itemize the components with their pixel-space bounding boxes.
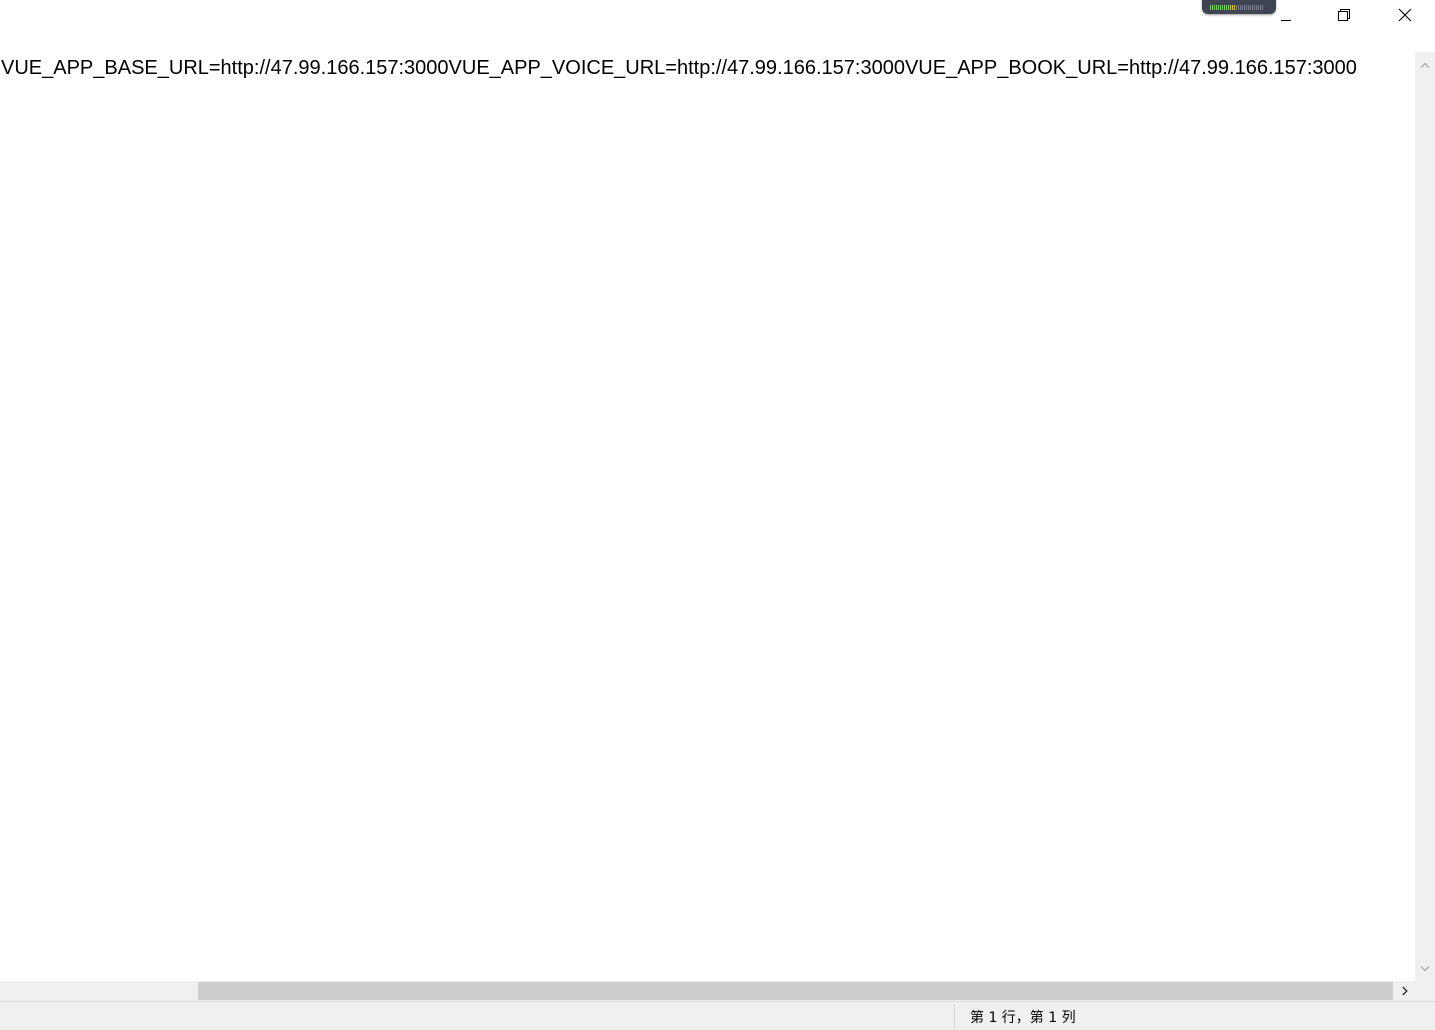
meter-bar [1238,4,1239,10]
chevron-right-icon [1402,986,1408,996]
meter-bar [1226,4,1227,10]
text-editor-area[interactable]: VUE_APP_BASE_URL=http://47.99.166.157:30… [0,52,1415,981]
meter-bar [1246,4,1247,10]
meter-bar [1218,4,1219,10]
close-button[interactable] [1374,0,1435,30]
scroll-up-button[interactable] [1415,58,1435,72]
restore-button[interactable] [1315,0,1373,30]
meter-bar [1212,4,1213,10]
meter-bar [1254,4,1255,10]
meter-bar [1222,4,1223,10]
cursor-position-label: 第 1 行，第 1 列 [970,1010,1076,1026]
meter-bar [1210,4,1211,10]
meter-bar [1214,4,1215,10]
title-bar[interactable] [0,0,1435,52]
restore-icon [1338,9,1350,21]
chevron-up-icon [1420,62,1430,68]
editor-content[interactable]: VUE_APP_BASE_URL=http://47.99.166.157:30… [1,56,1357,80]
notepad-window: VUE_APP_BASE_URL=http://47.99.166.157:30… [0,0,1435,1030]
scrollbar-corner [1415,981,1435,1001]
meter-bar [1242,4,1243,10]
meter-bar [1228,4,1229,10]
minimize-icon [1281,20,1291,21]
meter-bar [1224,4,1225,10]
meter-bar [1252,4,1253,10]
meter-bar [1240,4,1241,10]
vertical-scrollbar[interactable] [1415,52,1435,981]
status-bar: 第 1 行，第 1 列 [0,1001,1435,1030]
horizontal-scrollbar[interactable] [0,981,1415,1001]
meter-bar [1244,4,1245,10]
meter-bar [1220,4,1221,10]
chevron-down-icon [1420,966,1430,972]
scroll-right-button[interactable] [1395,981,1415,1001]
scroll-down-button[interactable] [1415,962,1435,976]
meter-bar [1216,4,1217,10]
meter-bar [1248,4,1249,10]
horizontal-scroll-thumb[interactable] [198,982,1393,1000]
close-icon [1398,8,1411,22]
meter-bar [1232,4,1233,10]
meter-bar [1230,4,1231,10]
status-divider [954,1004,955,1030]
meter-bar [1236,4,1237,10]
meter-bar [1250,4,1251,10]
meter-bar [1234,4,1235,10]
minimize-button[interactable] [1257,0,1315,30]
